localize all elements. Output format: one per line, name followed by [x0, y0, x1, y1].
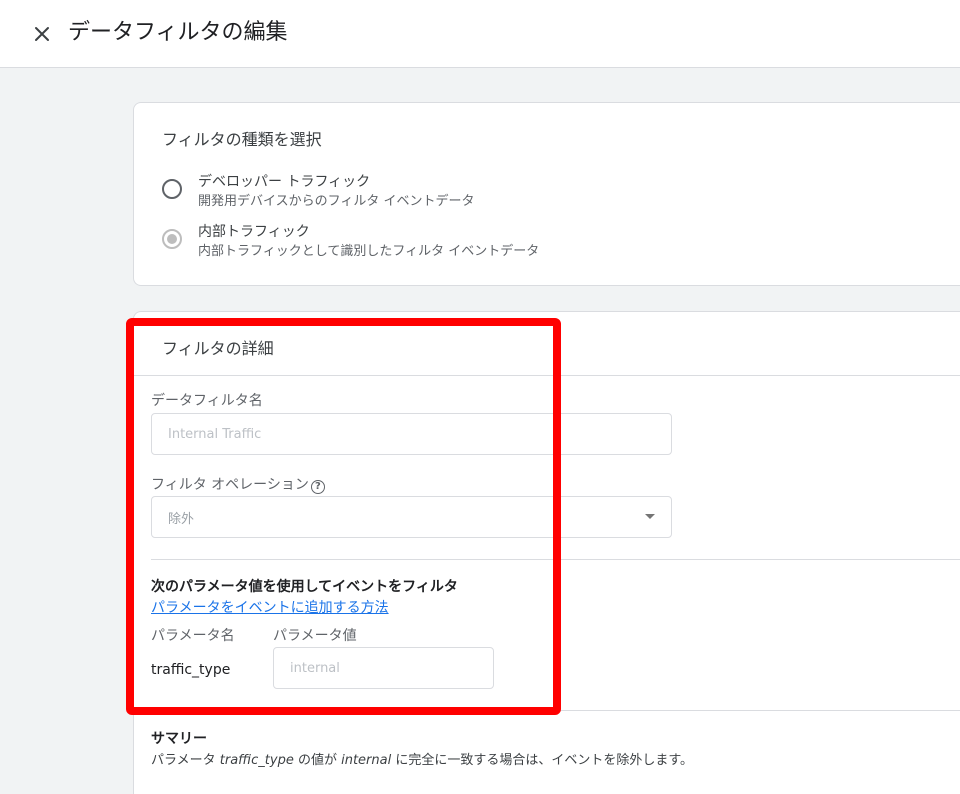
- summary-value: internal: [341, 753, 392, 768]
- filter-name-input[interactable]: [151, 413, 672, 455]
- filter-type-title: フィルタの種類を選択: [162, 130, 322, 149]
- close-button[interactable]: [28, 20, 56, 48]
- divider: [134, 710, 960, 711]
- filter-operation-value: 除外: [168, 512, 195, 527]
- radio-description-developer: 開発用デバイスからのフィルタ イベントデータ: [198, 194, 475, 209]
- radio-label-developer: デベロッパー トラフィック: [198, 174, 371, 190]
- summary-param: traffic_type: [219, 753, 294, 768]
- radio-option-internal-traffic[interactable]: 内部トラフィック 内部トラフィックとして識別したフィルタ イベントデータ: [162, 224, 862, 269]
- add-parameter-help-link[interactable]: パラメータをイベントに追加する方法: [151, 597, 389, 617]
- filter-operation-select[interactable]: 除外: [151, 496, 672, 538]
- summary-title: サマリー: [151, 731, 207, 747]
- parameter-value-header: パラメータ値: [273, 628, 357, 644]
- divider: [151, 559, 960, 560]
- filter-details-card: フィルタの詳細 データフィルタ名 フィルタ オペレーション? 除外 次のパラメー…: [133, 311, 960, 794]
- parameter-name-header: パラメータ名: [151, 628, 235, 644]
- help-circle-icon[interactable]: ?: [310, 480, 325, 494]
- filter-name-label: データフィルタ名: [151, 393, 263, 409]
- radio-button-internal[interactable]: [162, 229, 182, 249]
- parameter-value-input[interactable]: [273, 647, 494, 689]
- radio-button-developer[interactable]: [162, 179, 182, 199]
- filter-details-title: フィルタの詳細: [162, 339, 274, 358]
- radio-option-developer-traffic[interactable]: デベロッパー トラフィック 開発用デバイスからのフィルタ イベントデータ: [162, 174, 862, 219]
- parameter-filter-heading: 次のパラメータ値を使用してイベントをフィルタ: [151, 579, 458, 595]
- radio-description-internal: 内部トラフィックとして識別したフィルタ イベントデータ: [198, 244, 540, 259]
- divider: [134, 375, 960, 376]
- page-title: データフィルタの編集: [68, 20, 288, 45]
- summary-text: パラメータ traffic_type の値が internal に完全に一致する…: [151, 753, 694, 768]
- close-icon: [35, 27, 49, 41]
- dropdown-arrow-icon: [645, 514, 655, 519]
- filter-type-card: フィルタの種類を選択 デベロッパー トラフィック 開発用デバイスからのフィルタ …: [133, 102, 960, 286]
- filter-operation-label: フィルタ オペレーション?: [151, 476, 325, 494]
- top-bar: データフィルタの編集: [0, 0, 960, 68]
- parameter-name-value: traffic_type: [151, 662, 231, 678]
- radio-label-internal: 内部トラフィック: [198, 224, 310, 240]
